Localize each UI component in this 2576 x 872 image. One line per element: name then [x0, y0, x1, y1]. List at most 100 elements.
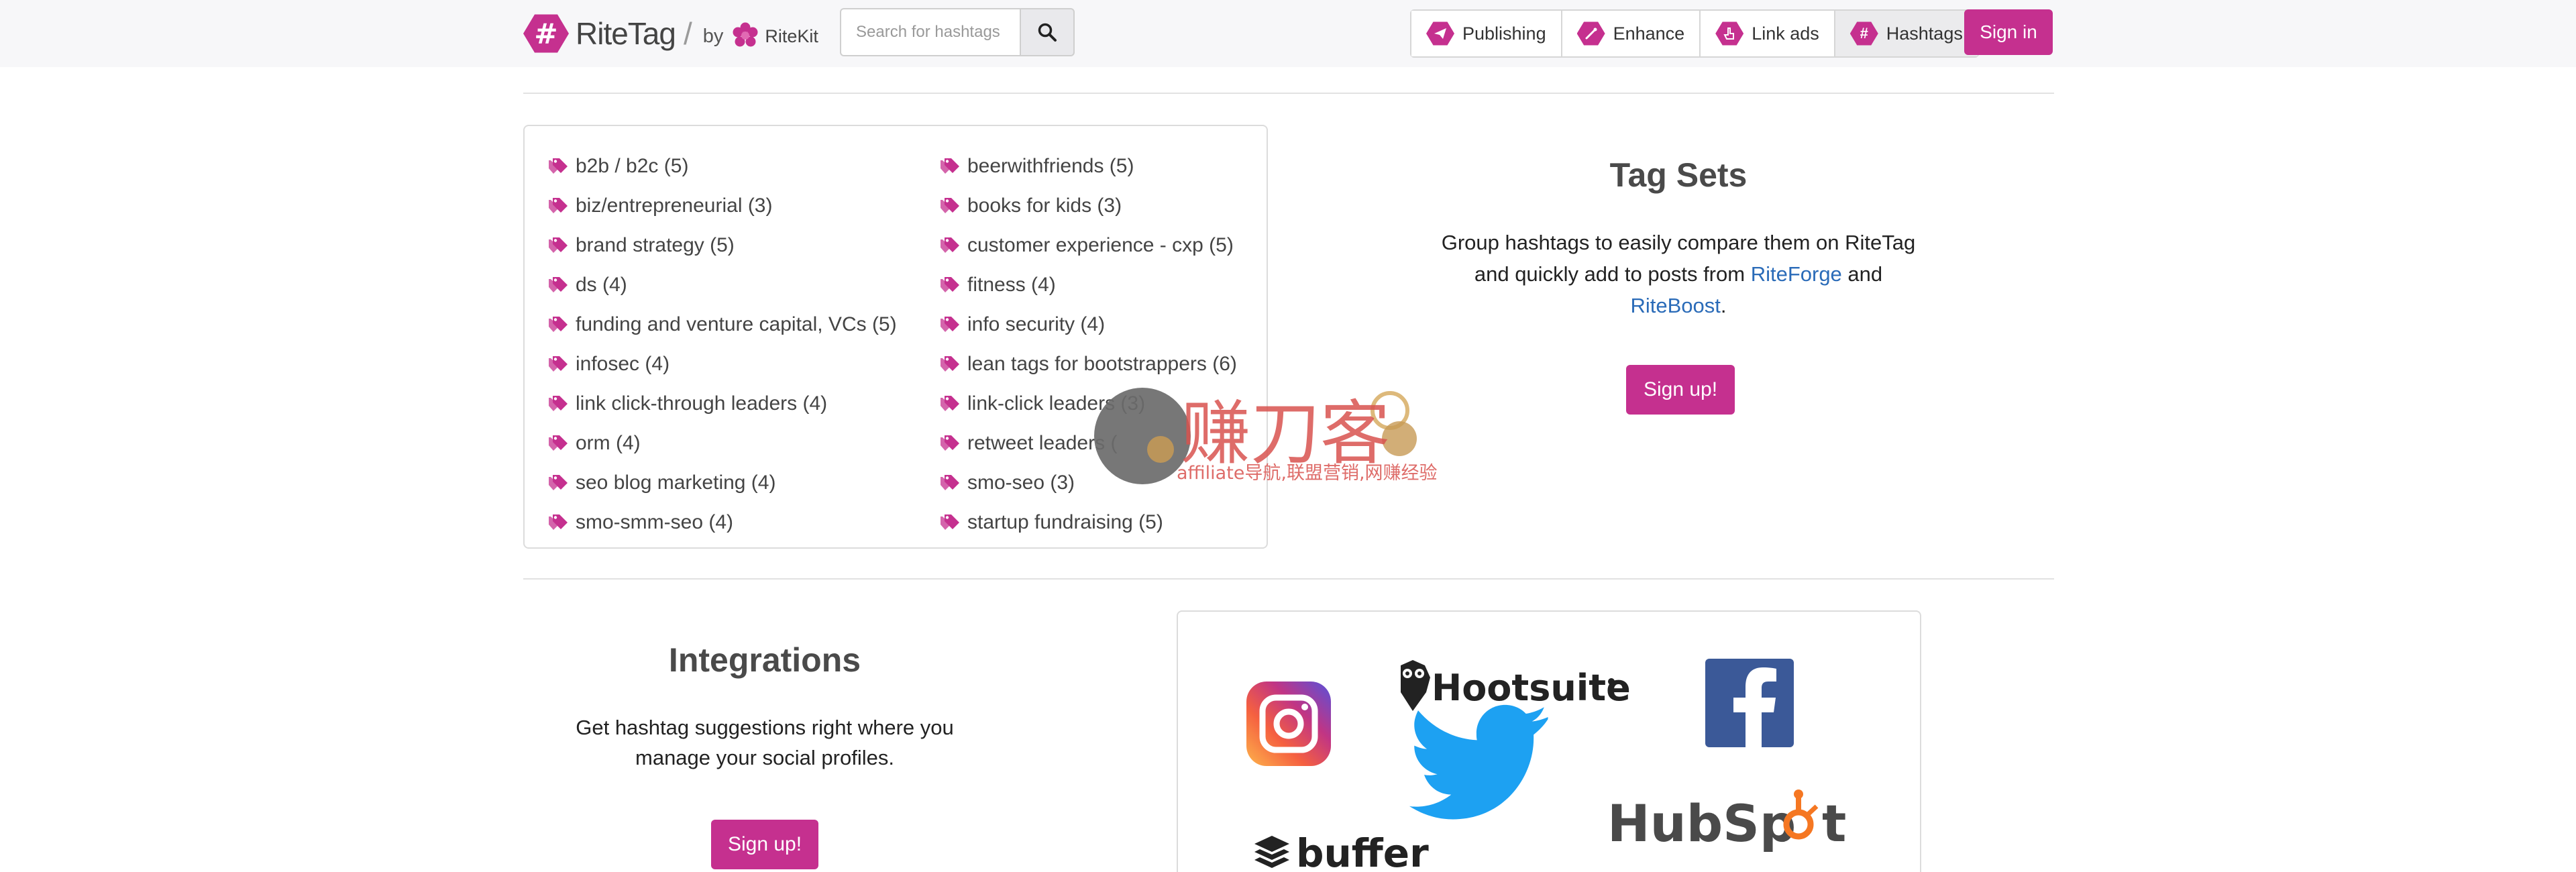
tags-icon — [941, 316, 959, 332]
buffer-logo-icon: buffer — [1254, 830, 1429, 872]
tag-sets-desc-and: and — [1841, 262, 1883, 286]
tag-set-label: lean tags for bootstrappers (6) — [967, 352, 1237, 375]
nav-hashtags-button[interactable]: # Hashtags — [1835, 11, 1978, 56]
brand-divider: / — [683, 16, 692, 51]
tag-set-label: customer experience - cxp (5) — [967, 233, 1234, 256]
tags-icon — [549, 237, 568, 253]
integrations-signup-button[interactable]: Sign up! — [711, 820, 818, 869]
sign-in-button[interactable]: Sign in — [1964, 9, 2053, 55]
nav-publishing-button[interactable]: Publishing — [1411, 11, 1562, 56]
nav-link-ads-label: Link ads — [1752, 23, 1819, 44]
tag-set-link[interactable]: smo-smm-seo (4) — [547, 502, 897, 542]
hootsuite-text: Hootsuite — [1432, 667, 1631, 709]
watermark-subtext: affiliate导航,联盟营销,网赚经验 — [1177, 463, 1438, 484]
tag-sets-description: Group hashtags to easily compare them on… — [1430, 227, 1927, 321]
product-nav: Publishing Enhance Link ads # Hashtags — [1410, 9, 1979, 58]
hootsuite-logo-icon: Hootsuite — [1401, 660, 1631, 711]
tag-set-label: fitness (4) — [967, 273, 1056, 296]
section-divider — [523, 578, 2054, 580]
hubspot-text-end: t — [1822, 794, 1846, 853]
tag-set-label: b2b / b2c (5) — [576, 154, 689, 177]
tags-icon — [549, 474, 568, 490]
tag-set-link[interactable]: books for kids (3) — [939, 186, 1237, 225]
hubspot-logo-icon: HubSp t — [1607, 789, 1846, 853]
tag-set-link[interactable]: beerwithfriends (5) — [939, 146, 1237, 186]
magic-wand-icon — [1576, 21, 1605, 46]
tag-sets-left-column: b2b / b2c (5) biz/entrepreneurial (3) bran… — [547, 146, 897, 542]
tag-set-link[interactable]: customer experience - cxp (5) — [939, 225, 1237, 265]
tags-icon — [941, 356, 959, 372]
tag-set-label: smo-smm-seo (4) — [576, 510, 734, 533]
nav-publishing-label: Publishing — [1462, 23, 1546, 44]
tag-set-link[interactable]: info security (4) — [939, 305, 1237, 344]
tags-icon — [941, 395, 959, 411]
search-form — [840, 8, 1075, 56]
watermark-text: 赚刀客 — [1181, 392, 1390, 474]
ritekit-logo-icon — [733, 22, 758, 47]
tags-icon — [549, 276, 568, 292]
tag-set-label: seo blog marketing (4) — [576, 471, 776, 494]
nav-hashtags-label: Hashtags — [1886, 23, 1963, 44]
paper-plane-icon — [1426, 21, 1454, 46]
buffer-text: buffer — [1296, 830, 1429, 872]
tags-icon — [549, 435, 568, 451]
riteforge-link[interactable]: RiteForge — [1751, 262, 1842, 286]
tags-icon — [941, 435, 959, 451]
tag-set-link[interactable]: orm (4) — [547, 423, 897, 463]
tags-icon — [549, 158, 568, 174]
tag-set-label: brand strategy (5) — [576, 233, 735, 256]
tag-set-label: smo-seo (3) — [967, 471, 1075, 494]
tag-sets-desc-end: . — [1720, 294, 1727, 317]
facebook-icon — [1705, 659, 1794, 747]
brand-name: RiteTag — [576, 16, 676, 51]
integrations-title: Integrations — [668, 641, 861, 679]
brand[interactable]: # RiteTag / by RiteKit — [523, 9, 818, 58]
tags-icon — [941, 474, 959, 490]
tags-icon — [941, 514, 959, 530]
tag-set-label: books for kids (3) — [967, 194, 1122, 217]
instagram-icon — [1246, 682, 1331, 766]
nav-link-ads-button[interactable]: Link ads — [1701, 11, 1835, 56]
tags-icon — [941, 237, 959, 253]
search-input[interactable] — [840, 8, 1020, 56]
tags-icon — [549, 316, 568, 332]
riteboost-link[interactable]: RiteBoost — [1630, 294, 1720, 317]
tag-set-link[interactable]: link click-through leaders (4) — [547, 384, 897, 423]
search-icon — [1038, 23, 1057, 42]
tags-icon — [549, 514, 568, 530]
tag-set-link[interactable]: brand strategy (5) — [547, 225, 897, 265]
tag-set-link[interactable]: biz/entrepreneurial (3) — [547, 186, 897, 225]
tag-set-link[interactable]: fitness (4) — [939, 265, 1237, 305]
tag-set-label: beerwithfriends (5) — [967, 154, 1134, 177]
tag-set-label: info security (4) — [967, 313, 1106, 335]
tag-set-link[interactable]: infosec (4) — [547, 344, 897, 384]
tag-set-link[interactable]: startup fundraising (5) — [939, 502, 1237, 542]
tag-set-label: ds (4) — [576, 273, 627, 296]
nav-enhance-button[interactable]: Enhance — [1562, 11, 1701, 56]
tag-set-label: infosec (4) — [576, 352, 670, 375]
tags-icon — [549, 197, 568, 213]
navbar: # RiteTag / by RiteKit Publishing — [0, 0, 2576, 67]
brand-by-text: by — [702, 25, 724, 47]
tag-set-link[interactable]: funding and venture capital, VCs (5) — [547, 305, 897, 344]
pointer-hand-icon — [1715, 21, 1744, 46]
tag-set-link[interactable]: seo blog marketing (4) — [547, 463, 897, 502]
integration-logos: Hootsuite buffer HubSp t — [1246, 659, 1846, 872]
tag-set-link[interactable]: lean tags for bootstrappers (6) — [939, 344, 1237, 384]
twitter-icon — [1409, 704, 1548, 820]
tag-set-label: biz/entrepreneurial (3) — [576, 194, 773, 217]
nav-enhance-label: Enhance — [1613, 23, 1685, 44]
tags-icon — [941, 158, 959, 174]
section-divider — [523, 93, 2054, 94]
tag-set-link[interactable]: b2b / b2c (5) — [547, 146, 897, 186]
watermark: 赚刀客 affiliate导航,联盟营销,网赚经验 — [1094, 388, 1438, 484]
ritekit-name: RiteKit — [765, 25, 818, 46]
tags-icon — [549, 356, 568, 372]
hubspot-text: HubSp — [1607, 794, 1796, 853]
tag-set-label: startup fundraising (5) — [967, 510, 1163, 533]
tag-set-link[interactable]: ds (4) — [547, 265, 897, 305]
search-button[interactable] — [1020, 8, 1075, 56]
tag-sets-signup-button[interactable]: Sign up! — [1626, 365, 1735, 415]
tags-icon — [941, 276, 959, 292]
tags-icon — [549, 395, 568, 411]
